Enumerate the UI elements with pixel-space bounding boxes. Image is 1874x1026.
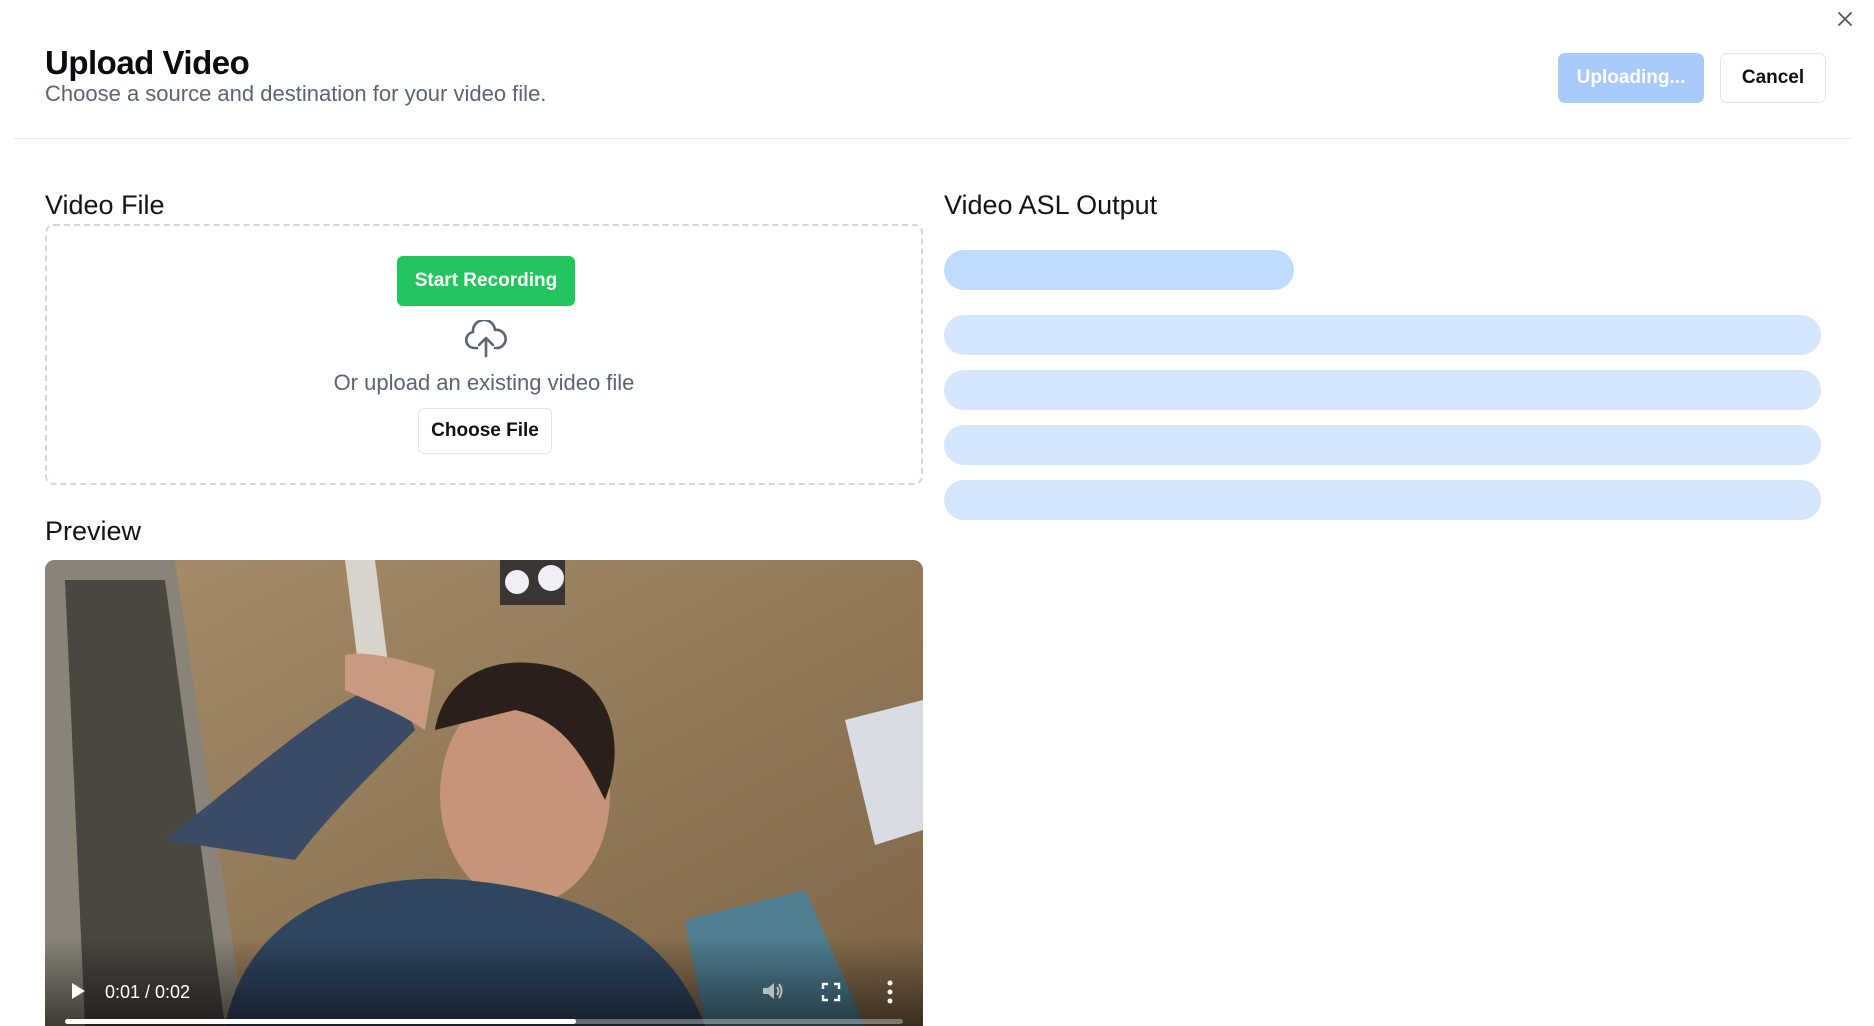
volume-icon[interactable] — [761, 980, 785, 1002]
skeleton-line — [944, 370, 1821, 410]
preview-heading: Preview — [45, 516, 142, 546]
video-progress-fill — [65, 1019, 577, 1024]
video-dropzone[interactable]: Start Recording Or upload an existing vi… — [45, 224, 923, 485]
upload-instruction: Or upload an existing video file — [333, 370, 635, 395]
video-time: 0:01 / 0:02 — [105, 982, 191, 1002]
skeleton-line — [944, 425, 1821, 465]
choose-file-button[interactable]: Choose File — [418, 408, 552, 454]
cloud-upload-icon — [465, 320, 507, 358]
video-file-heading: Video File — [45, 190, 165, 220]
video-progress-bar[interactable] — [65, 1019, 903, 1024]
skeleton-line-short — [944, 250, 1294, 290]
page-subtitle: Choose a source and destination for your… — [45, 81, 547, 106]
uploading-button[interactable]: Uploading... — [1558, 53, 1704, 103]
fullscreen-icon[interactable] — [821, 982, 841, 1002]
output-heading: Video ASL Output — [944, 190, 1158, 220]
start-recording-button[interactable]: Start Recording — [397, 256, 575, 306]
more-options-icon[interactable] — [887, 980, 893, 1004]
play-icon[interactable] — [69, 982, 87, 1000]
cancel-button[interactable]: Cancel — [1720, 53, 1826, 103]
dialog-header: Upload Video Choose a source and destina… — [14, 0, 1852, 139]
skeleton-line — [944, 315, 1821, 355]
video-player[interactable]: 0:01 / 0:02 — [45, 560, 923, 1026]
page-title: Upload Video — [45, 44, 250, 81]
skeleton-line — [944, 480, 1821, 520]
video-controls: 0:01 / 0:02 — [45, 936, 923, 1026]
